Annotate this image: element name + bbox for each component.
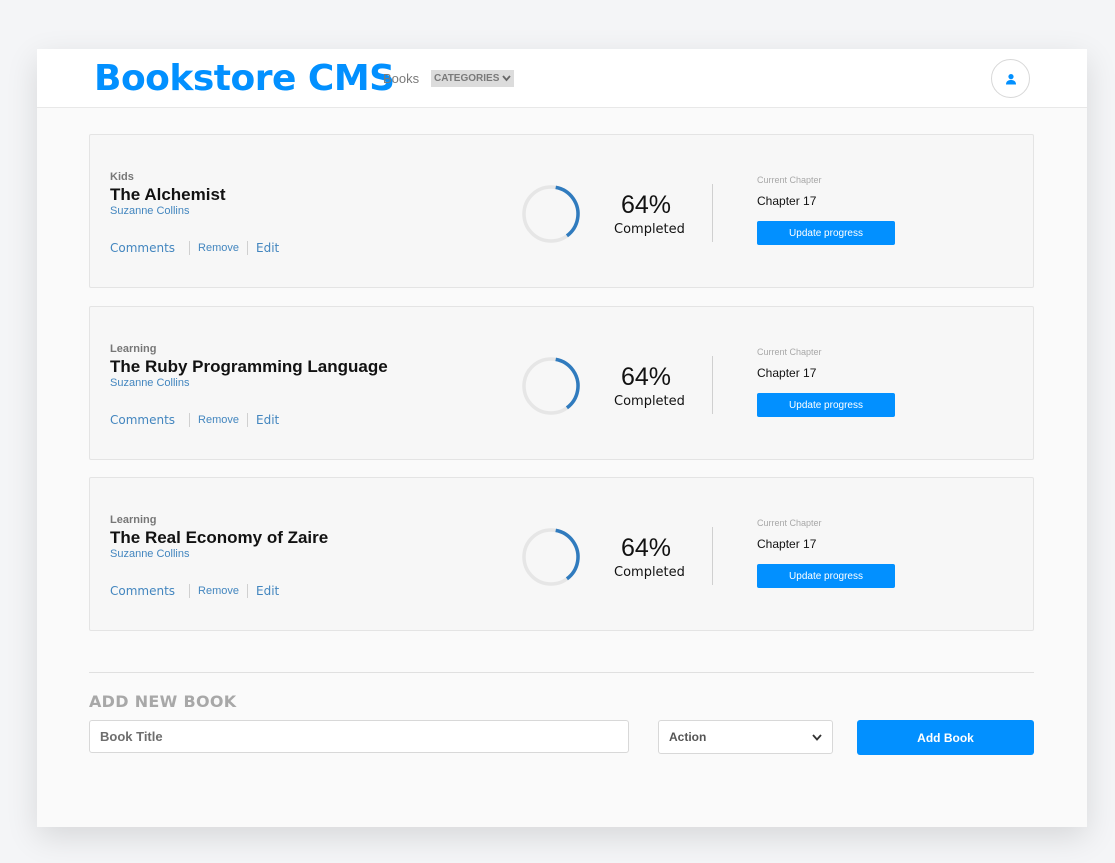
action-separator — [247, 413, 249, 427]
progress-ring — [522, 357, 580, 415]
progress-completed-label: Completed — [614, 394, 685, 409]
edit-button[interactable]: Edit — [256, 241, 279, 255]
comments-button[interactable]: Comments — [110, 584, 175, 598]
book-genre: Kids — [110, 171, 134, 183]
vertical-divider — [712, 356, 713, 414]
category-select[interactable]: Action — [658, 720, 833, 754]
book-title: The Alchemist — [110, 185, 226, 204]
remove-button[interactable]: Remove — [198, 242, 239, 254]
progress-completed-label: Completed — [614, 565, 685, 580]
update-progress-button[interactable]: Update progress — [757, 221, 895, 245]
progress-ring — [522, 185, 580, 243]
user-avatar-button[interactable] — [991, 59, 1030, 98]
add-book-button[interactable]: Add Book — [857, 720, 1034, 755]
progress-percent: 64% — [621, 363, 672, 391]
book-genre: Learning — [110, 514, 157, 526]
book-card: Learning The Ruby Programming Language S… — [89, 306, 1034, 460]
book-title: The Ruby Programming Language — [110, 357, 388, 376]
book-actions: Comments Remove Edit — [110, 584, 279, 598]
action-separator — [247, 241, 249, 255]
progress-ring — [522, 528, 580, 586]
book-author[interactable]: Suzanne Collins — [110, 548, 190, 560]
header: Bookstore CMS Books CATEGORIES — [37, 49, 1087, 108]
app-panel: Bookstore CMS Books CATEGORIES Kids The … — [37, 49, 1087, 827]
update-progress-button[interactable]: Update progress — [757, 393, 895, 417]
category-select-value: Action — [669, 730, 707, 744]
remove-button[interactable]: Remove — [198, 585, 239, 597]
nav-categories-label: CATEGORIES — [434, 73, 500, 84]
comments-button[interactable]: Comments — [110, 413, 175, 427]
divider — [89, 672, 1034, 673]
current-chapter-label: Current Chapter — [757, 347, 822, 357]
book-title: The Real Economy of Zaire — [110, 528, 329, 547]
user-icon — [1005, 73, 1016, 84]
edit-button[interactable]: Edit — [256, 584, 279, 598]
book-card: Learning The Real Economy of Zaire Suzan… — [89, 477, 1034, 631]
current-chapter-label: Current Chapter — [757, 518, 822, 528]
action-separator — [189, 241, 191, 255]
vertical-divider — [712, 527, 713, 585]
current-chapter-label: Current Chapter — [757, 175, 822, 185]
current-chapter-value: Chapter 17 — [757, 194, 817, 208]
edit-button[interactable]: Edit — [256, 413, 279, 427]
book-genre: Learning — [110, 343, 157, 355]
vertical-divider — [712, 184, 713, 242]
comments-button[interactable]: Comments — [110, 241, 175, 255]
update-progress-button[interactable]: Update progress — [757, 564, 895, 588]
action-separator — [247, 584, 249, 598]
nav-categories-dropdown[interactable]: CATEGORIES — [431, 70, 515, 87]
book-card: Kids The Alchemist Suzanne Collins Comme… — [89, 134, 1034, 288]
remove-button[interactable]: Remove — [198, 414, 239, 426]
book-author[interactable]: Suzanne Collins — [110, 205, 190, 217]
current-chapter-value: Chapter 17 — [757, 366, 817, 380]
nav-books-link[interactable]: Books — [383, 71, 419, 86]
progress-completed-label: Completed — [614, 222, 685, 237]
action-separator — [189, 413, 191, 427]
progress-percent: 64% — [621, 191, 672, 219]
progress-percent: 64% — [621, 534, 672, 562]
chevron-down-icon — [502, 75, 512, 82]
book-actions: Comments Remove Edit — [110, 413, 279, 427]
book-title-input[interactable] — [89, 720, 629, 753]
action-separator — [189, 584, 191, 598]
chevron-down-icon — [812, 733, 822, 741]
book-author[interactable]: Suzanne Collins — [110, 377, 190, 389]
book-actions: Comments Remove Edit — [110, 241, 279, 255]
current-chapter-value: Chapter 17 — [757, 537, 817, 551]
add-book-heading: ADD NEW BOOK — [89, 692, 237, 711]
brand-logo[interactable]: Bookstore CMS — [94, 57, 395, 101]
